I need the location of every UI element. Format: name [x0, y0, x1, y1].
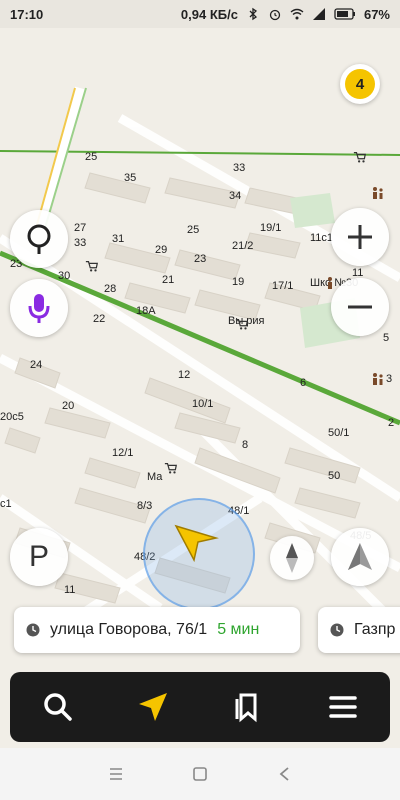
shop-icon[interactable]: [234, 316, 250, 332]
school-icon[interactable]: [322, 275, 338, 291]
search-icon: [43, 693, 72, 721]
compass-button[interactable]: [270, 536, 314, 580]
map-label: 12/1: [112, 447, 134, 459]
zoom-out-button[interactable]: [331, 278, 389, 336]
search-button[interactable]: [28, 677, 88, 737]
bluetooth-icon: [246, 7, 260, 21]
shop-icon[interactable]: [163, 460, 179, 476]
shop-icon[interactable]: [84, 258, 100, 274]
map-label: 3: [386, 373, 393, 385]
map-label: 29: [155, 244, 168, 256]
map-label: 25: [85, 151, 98, 163]
recent-apps-button[interactable]: [104, 762, 128, 786]
minus-icon: [348, 305, 372, 309]
plus-icon: [348, 225, 372, 249]
status-icons: 0,94 КБ/с 67%: [181, 7, 390, 22]
parking-label: P: [28, 540, 49, 573]
navigation-arrow-icon: [138, 693, 167, 721]
map-label: 33: [233, 162, 246, 174]
map-label: 17/1: [272, 280, 294, 292]
microphone-icon: [28, 294, 50, 323]
zoom-in-button[interactable]: [331, 208, 389, 266]
map-label: 28: [104, 283, 117, 295]
perspective-button[interactable]: [331, 528, 389, 586]
map-label: 23: [194, 253, 207, 265]
map-label: 50: [328, 470, 341, 482]
home-icon: [193, 767, 207, 781]
map-label: 35: [124, 172, 137, 184]
current-location-arrow-icon[interactable]: [172, 516, 220, 564]
status-time: 17:10: [10, 6, 44, 22]
notification-badge[interactable]: 4: [340, 64, 380, 104]
voice-assistant-button[interactable]: [10, 279, 68, 337]
map-label: 12: [178, 369, 191, 381]
recent-apps-icon: [110, 768, 122, 780]
alarm-icon: [268, 7, 282, 21]
map-label: Ма: [147, 471, 163, 483]
map-label: 22: [93, 313, 106, 325]
map-label: 21: [162, 274, 175, 286]
bottom-navigation: [10, 672, 390, 742]
route-card-primary[interactable]: улица Говорова, 76/1 5 мин: [14, 607, 300, 653]
network-speed: 0,94 КБ/с: [180, 6, 238, 22]
route-address: Газпр: [354, 621, 396, 638]
navigation-3d-icon: [348, 543, 372, 570]
map-label: 50/1: [328, 427, 350, 439]
map-label: 21/2: [232, 240, 254, 252]
map-label: 18A: [136, 305, 156, 317]
clock-icon: [26, 623, 40, 637]
signal-icon: [312, 7, 326, 21]
home-button[interactable]: [188, 762, 212, 786]
map-label: 20: [62, 400, 75, 412]
bookmarks-icon: [235, 693, 256, 723]
map-label: 5: [383, 332, 390, 344]
parking-button[interactable]: P: [10, 528, 68, 586]
map-label: 8: [242, 439, 249, 451]
battery-percent: 67%: [363, 6, 390, 22]
menu-button[interactable]: [313, 677, 373, 737]
map-label: 11c1: [310, 232, 334, 244]
location-pin-icon: [27, 224, 51, 254]
route-time: 5 мин: [217, 621, 260, 638]
compass-icon: [286, 543, 298, 573]
shop-icon[interactable]: [352, 149, 368, 165]
people-icon[interactable]: [370, 371, 386, 387]
map-label: c1: [0, 498, 12, 510]
people-icon[interactable]: [370, 185, 386, 201]
map-label: 33: [74, 237, 87, 249]
route-card-secondary[interactable]: Газпр: [318, 607, 400, 653]
clock-icon: [330, 623, 344, 637]
back-icon: [279, 767, 289, 781]
battery-icon: [334, 7, 356, 21]
menu-icon: [328, 696, 357, 718]
system-navigation-bar: [0, 748, 400, 800]
map-label: 8/3: [137, 500, 153, 512]
status-bar: 17:10 0,94 КБ/с 67%: [0, 0, 400, 28]
bookmarks-button[interactable]: [218, 677, 278, 737]
map-label: 34: [229, 190, 242, 202]
map-label: 10/1: [192, 398, 214, 410]
wifi-icon: [290, 7, 304, 21]
search-point-button[interactable]: [10, 210, 68, 268]
map-label: 30: [58, 270, 71, 282]
map-label: 19/1: [260, 222, 282, 234]
map-label: 6: [300, 377, 307, 389]
notification-count: 4: [345, 69, 375, 99]
navigation-button[interactable]: [123, 677, 183, 737]
route-address: улица Говорова, 76/1: [50, 621, 208, 638]
map-label: 19: [232, 276, 245, 288]
back-button[interactable]: [272, 762, 296, 786]
map-label: 2: [388, 417, 395, 429]
map-label: 11: [64, 584, 76, 596]
map-label: 25: [187, 224, 200, 236]
map-label: 27: [74, 222, 87, 234]
map-view[interactable]: 25 35 33 34 27 33 31 29 25 21/2 19/1 11c1 23 30 28 23 21…: [0, 28, 400, 748]
map-label: 24: [30, 359, 43, 371]
map-label: 31: [112, 233, 125, 245]
map-label: 20c5: [0, 411, 24, 423]
